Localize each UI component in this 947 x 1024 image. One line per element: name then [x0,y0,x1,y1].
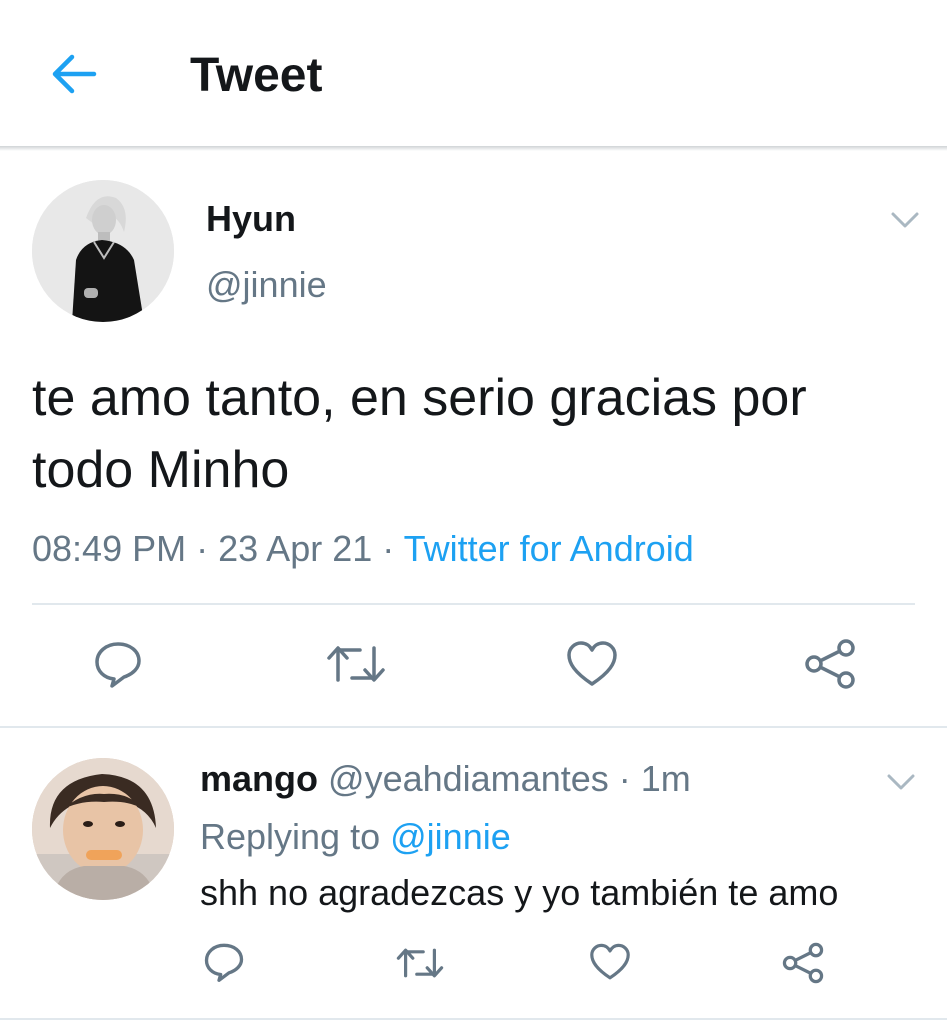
tweet-text: te amo tanto, en serio gracias por todo … [32,369,807,499]
chevron-down-icon[interactable] [890,210,920,230]
share-icon[interactable] [804,638,856,690]
tweet-meta: 08:49 PM · 23 Apr 21 · Twitter for Andro… [32,528,694,570]
meta-separator: · [618,758,631,799]
share-icon[interactable] [782,942,824,984]
meta-separator: · [382,528,395,569]
replying-to-mention[interactable]: @jinnie [390,816,511,857]
replying-to-label: Replying to [200,816,381,857]
author-name[interactable]: Hyun [206,198,296,240]
author-handle[interactable]: @jinnie [206,264,327,306]
page-title: Tweet [190,49,323,102]
meta-separator: · [196,528,209,569]
reply-text: shh no agradezcas y yo también te amo [200,872,839,913]
like-icon[interactable] [566,640,618,688]
reply-time: 1m [640,758,691,799]
divider [32,603,915,605]
reply-header: mango @yeahdiamantes · 1m [200,758,691,800]
retweet-icon[interactable] [396,945,444,981]
tweet-date: 23 Apr 21 [218,528,373,569]
chevron-down-icon[interactable] [886,772,916,792]
reply-author-handle[interactable]: @yeahdiamantes [328,758,609,799]
author-avatar[interactable] [32,180,174,322]
app-header [0,0,947,148]
reply-author-avatar[interactable] [32,758,174,900]
reply-icon[interactable] [204,942,244,982]
divider [0,1018,947,1020]
divider [0,726,947,728]
replying-to: Replying to @jinnie [200,816,511,858]
tweet-time: 08:49 PM [32,528,187,569]
tweet-source-link[interactable]: Twitter for Android [404,528,694,569]
arrow-left-icon[interactable] [50,52,98,96]
reply-icon[interactable] [94,640,142,688]
retweet-icon[interactable] [326,642,386,686]
like-icon[interactable] [589,943,631,981]
reply-author-name[interactable]: mango [200,758,318,799]
header-divider [0,146,947,151]
